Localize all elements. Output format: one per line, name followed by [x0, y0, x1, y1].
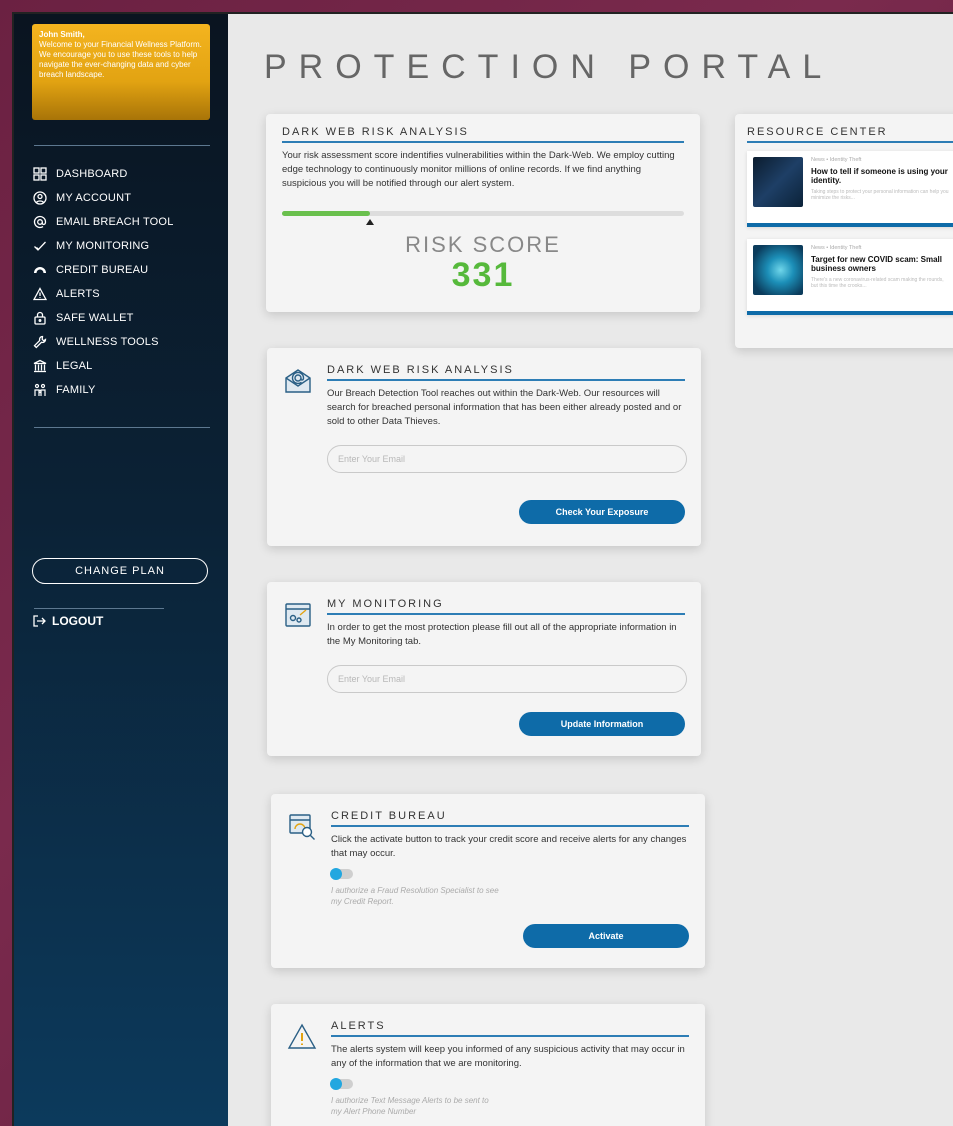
sidebar-item-label: EMAIL BREACH TOOL	[56, 216, 174, 228]
sidebar-item-label: SAFE WALLET	[56, 312, 134, 324]
sidebar-divider	[34, 145, 210, 146]
sidebar-item-email-breach-tool[interactable]: EMAIL BREACH TOOL	[32, 210, 222, 234]
credit-authorize-toggle[interactable]	[330, 868, 353, 880]
alerts-card: ALERTS The alerts system will keep you i…	[271, 1004, 705, 1126]
app-window: John Smith, Welcome to your Financial We…	[12, 12, 953, 1126]
risk-progress-fill	[282, 211, 371, 216]
family-icon	[32, 382, 48, 398]
sidebar-item-my-account[interactable]: MY ACCOUNT	[32, 186, 222, 210]
sidebar-item-legal[interactable]: LEGAL	[32, 354, 222, 378]
resource-center-heading: RESOURCE CENTER	[747, 126, 953, 143]
card-heading: DARK WEB RISK ANALYSIS	[327, 364, 685, 381]
update-information-button[interactable]: Update Information	[519, 712, 685, 736]
resource-center: RESOURCE CENTER News • Identity Theft Ho…	[735, 114, 953, 348]
activate-button[interactable]: Activate	[523, 924, 689, 948]
card-heading: ALERTS	[331, 1020, 689, 1037]
sidebar: John Smith, Welcome to your Financial We…	[14, 14, 228, 1126]
sidebar-item-wellness-tools[interactable]: WELLNESS TOOLS	[32, 330, 222, 354]
sidebar-item-my-monitoring[interactable]: MY MONITORING	[32, 234, 222, 258]
sidebar-divider	[34, 427, 210, 428]
card-heading: MY MONITORING	[327, 598, 685, 615]
risk-score-label: RISK SCORE	[405, 232, 561, 257]
change-plan-button[interactable]: CHANGE PLAN	[32, 558, 208, 584]
credit-consent-text: I authorize a Fraud Resolution Specialis…	[331, 886, 499, 906]
monitoring-window-icon	[285, 603, 311, 627]
welcome-text: Welcome to your Financial Wellness Platf…	[39, 40, 202, 79]
card-description: The alerts system will keep you informed…	[331, 1044, 685, 1069]
article-title: How to tell if someone is using your ide…	[811, 167, 948, 185]
breach-email-input[interactable]	[327, 445, 687, 473]
sidebar-item-label: DASHBOARD	[56, 168, 128, 180]
risk-analysis-card: DARK WEB RISK ANALYSIS Your risk assessm…	[266, 114, 700, 312]
monitoring-email-input[interactable]	[327, 665, 687, 693]
welcome-banner: John Smith, Welcome to your Financial We…	[32, 24, 210, 120]
sidebar-item-label: FAMILY	[56, 384, 96, 396]
card-description: Click the activate button to track your …	[331, 834, 687, 859]
monitoring-card: MY MONITORING In order to get the most p…	[267, 582, 701, 756]
resource-article[interactable]: News • Identity Theft How to tell if som…	[747, 151, 953, 227]
check-icon	[32, 238, 48, 254]
alerts-authorize-toggle[interactable]	[330, 1078, 353, 1090]
card-description: In order to get the most protection plea…	[327, 622, 677, 647]
sidebar-divider	[34, 608, 164, 609]
sidebar-item-label: MY ACCOUNT	[56, 192, 132, 204]
card-heading: DARK WEB RISK ANALYSIS	[282, 126, 684, 143]
credit-gauge-icon	[289, 814, 315, 840]
sidebar-nav: DASHBOARD MY ACCOUNT EMAIL BREACH TOOL M…	[32, 162, 222, 402]
article-description: There's a new coronavirus-related scam m…	[811, 277, 944, 289]
logout-link[interactable]: LOGOUT	[32, 614, 103, 628]
risk-progress-bar	[282, 211, 684, 225]
toggle-knob	[330, 868, 342, 880]
article-thumbnail	[753, 245, 803, 295]
credit-bureau-card: CREDIT BUREAU Click the activate button …	[271, 794, 705, 968]
logout-icon	[33, 615, 46, 627]
sidebar-item-label: ALERTS	[56, 288, 100, 300]
alert-warning-icon	[287, 1023, 317, 1049]
article-description: Taking steps to protect your personal in…	[811, 189, 949, 201]
dashboard-icon	[32, 166, 48, 182]
email-envelope-icon	[285, 369, 311, 393]
risk-pointer-icon	[366, 219, 375, 225]
at-icon	[32, 214, 48, 230]
card-heading: CREDIT BUREAU	[331, 810, 689, 827]
sidebar-item-label: LEGAL	[56, 360, 93, 372]
article-meta: News • Identity Theft	[811, 245, 862, 251]
gauge-icon	[32, 262, 48, 278]
sidebar-item-family[interactable]: FAMILY	[32, 378, 222, 402]
sidebar-item-dashboard[interactable]: DASHBOARD	[32, 162, 222, 186]
sidebar-item-credit-bureau[interactable]: CREDIT BUREAU	[32, 258, 222, 282]
card-description: Your risk assessment score indentifies v…	[282, 150, 675, 189]
logout-label: LOGOUT	[52, 614, 104, 628]
user-icon	[32, 190, 48, 206]
article-thumbnail	[753, 157, 803, 207]
alerts-consent-text: I authorize Text Message Alerts to be se…	[331, 1096, 489, 1116]
lock-icon	[32, 310, 48, 326]
wrench-icon	[32, 334, 48, 350]
warning-icon	[32, 286, 48, 302]
breach-tool-card: DARK WEB RISK ANALYSIS Our Breach Detect…	[267, 348, 701, 546]
sidebar-item-safe-wallet[interactable]: SAFE WALLET	[32, 306, 222, 330]
courthouse-icon	[32, 358, 48, 374]
article-title: Target for new COVID scam: Small busines…	[811, 255, 942, 273]
risk-score-value: 331	[451, 256, 515, 294]
sidebar-item-label: MY MONITORING	[56, 240, 150, 252]
toggle-knob	[330, 1078, 342, 1090]
welcome-name: John Smith,	[39, 30, 85, 39]
sidebar-item-label: CREDIT BUREAU	[56, 264, 149, 276]
card-description: Our Breach Detection Tool reaches out wi…	[327, 388, 682, 427]
article-meta: News • Identity Theft	[811, 157, 862, 163]
sidebar-item-alerts[interactable]: ALERTS	[32, 282, 222, 306]
page-title: PROTECTION PORTAL	[264, 48, 834, 86]
sidebar-item-label: WELLNESS TOOLS	[56, 336, 159, 348]
resource-article[interactable]: News • Identity Theft Target for new COV…	[747, 239, 953, 315]
check-exposure-button[interactable]: Check Your Exposure	[519, 500, 685, 524]
